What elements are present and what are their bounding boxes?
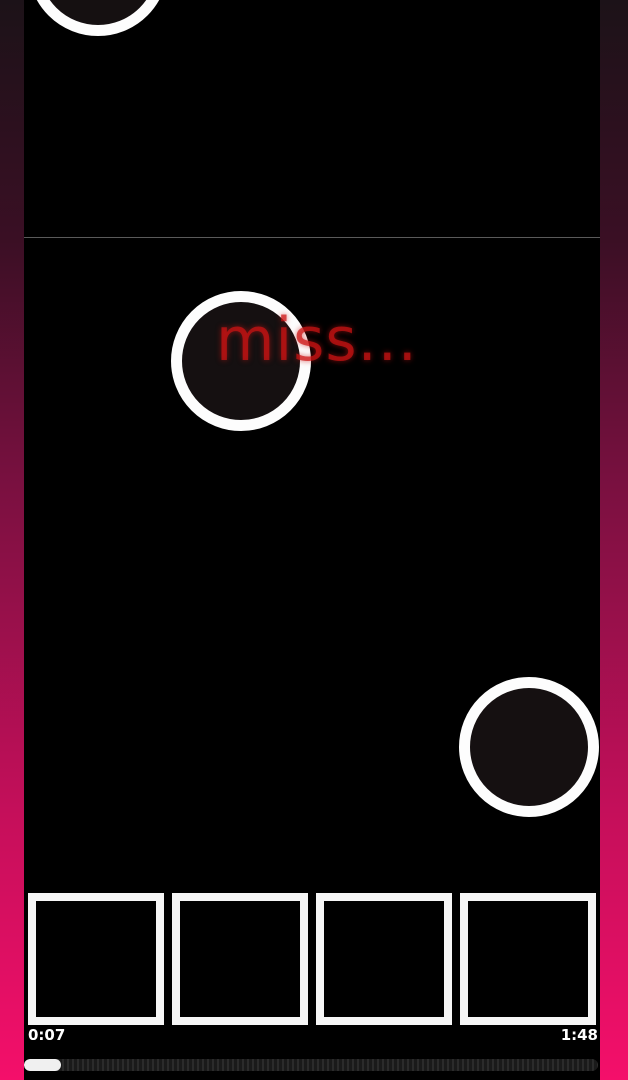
song-progress-fill <box>24 1059 61 1071</box>
elapsed-time: 0:07 <box>28 1026 66 1044</box>
song-progress-bar[interactable] <box>24 1059 598 1071</box>
falling-note <box>28 0 168 36</box>
lane-keys <box>28 893 598 1025</box>
total-time: 1:48 <box>560 1026 598 1044</box>
game-screen: miss... 0:07 1:48 <box>0 0 628 1080</box>
judgement-line <box>24 237 600 238</box>
lane-key-1[interactable] <box>28 893 164 1025</box>
lane-key-3[interactable] <box>316 893 452 1025</box>
judgement-text: miss... <box>216 305 418 375</box>
left-gradient-border <box>0 0 24 1080</box>
falling-note <box>459 677 599 817</box>
lane-key-2[interactable] <box>172 893 308 1025</box>
right-gradient-border <box>600 0 628 1080</box>
lane-key-4[interactable] <box>460 893 596 1025</box>
